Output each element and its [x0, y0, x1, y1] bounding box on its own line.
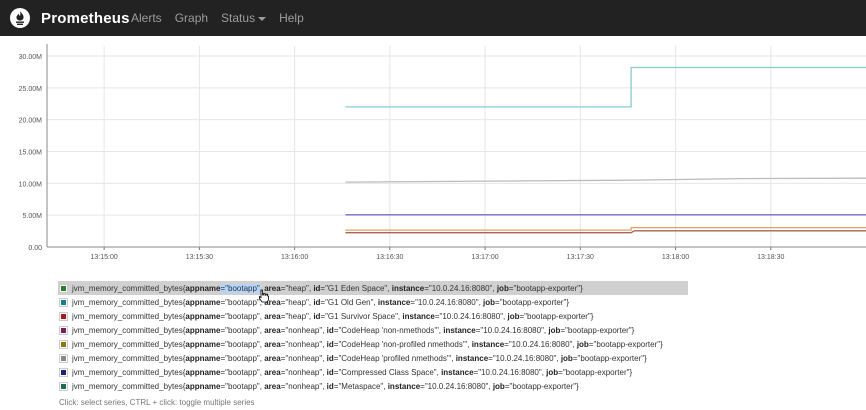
- x-tick-label: 13:18:30: [757, 254, 784, 261]
- x-tick-label: 13:15:00: [91, 254, 118, 261]
- caret-down-icon: [258, 16, 267, 21]
- nav-graph-label: Graph: [174, 11, 209, 25]
- nav-alerts[interactable]: Alerts: [131, 11, 162, 25]
- legend-hint: Click: select series, CTRL + click: togg…: [59, 398, 255, 407]
- x-tick-label: 13:18:00: [662, 254, 689, 261]
- nav-status[interactable]: Status: [221, 11, 267, 25]
- series-line-4[interactable]: [345, 230, 866, 234]
- legend-label: jvm_memory_committed_bytes{appname="boot…: [72, 367, 633, 377]
- brand[interactable]: Prometheus: [10, 7, 130, 29]
- x-tick-label: 13:17:30: [567, 254, 594, 261]
- legend-item[interactable]: jvm_memory_committed_bytes{appname="boot…: [58, 309, 688, 323]
- legend-swatch: [59, 311, 68, 321]
- nav-graph[interactable]: Graph: [175, 11, 208, 25]
- nav-status-label: Status: [221, 11, 256, 25]
- nav-menu: Alerts Graph Status Help: [131, 0, 317, 36]
- graph-legend: jvm_memory_committed_bytes{appname="boot…: [58, 281, 688, 393]
- series-line-0[interactable]: [345, 66, 866, 108]
- legend-swatch: [59, 353, 68, 363]
- prometheus-logo-icon: [10, 8, 30, 28]
- series-line-3[interactable]: [345, 226, 866, 231]
- legend-label: jvm_memory_committed_bytes{appname="boot…: [72, 311, 594, 321]
- legend-swatch: [59, 325, 68, 335]
- legend-swatch: [59, 367, 68, 377]
- graph-chart[interactable]: 30.00M 25.00M 20.00M 15.00M 10.00M 5.00M 0.00 1…: [0, 36, 866, 276]
- x-tick-label: 13:16:00: [281, 254, 308, 261]
- y-tick-label: 25.00M: [19, 86, 43, 93]
- series-line-1[interactable]: [345, 177, 866, 183]
- legend-label: jvm_memory_committed_bytes{appname="boot…: [72, 325, 635, 335]
- y-tick-label: 15.00M: [19, 150, 43, 157]
- legend-label: jvm_memory_committed_bytes{appname="boot…: [72, 297, 569, 307]
- navbar: Prometheus Alerts Graph Status Help: [0, 0, 866, 36]
- hand-cursor-icon: [259, 289, 269, 303]
- y-tick-label: 10.00M: [19, 181, 43, 188]
- nav-alerts-label: Alerts: [131, 11, 162, 25]
- y-tick-label: 30.00M: [19, 54, 43, 61]
- legend-item[interactable]: jvm_memory_committed_bytes{appname="boot…: [58, 337, 688, 351]
- legend-swatch: [59, 297, 68, 307]
- x-tick-label: 13:16:30: [376, 254, 403, 261]
- x-tick-label: 13:17:00: [471, 254, 498, 261]
- nav-help[interactable]: Help: [279, 11, 304, 25]
- legend-item[interactable]: jvm_memory_committed_bytes{appname="boot…: [58, 351, 688, 365]
- legend-label: jvm_memory_committed_bytes{appname="boot…: [72, 381, 579, 391]
- legend-item[interactable]: jvm_memory_committed_bytes{appname="boot…: [58, 295, 688, 309]
- nav-help-label: Help: [279, 11, 304, 25]
- brand-title: Prometheus: [41, 9, 130, 27]
- legend-swatch: [59, 381, 68, 391]
- legend-swatch: [59, 339, 68, 349]
- legend-item[interactable]: jvm_memory_committed_bytes{appname="boot…: [58, 379, 688, 393]
- legend-swatch: [59, 283, 68, 293]
- y-tick-label: 0.00: [28, 245, 42, 252]
- y-tick-label: 20.00M: [19, 118, 43, 125]
- legend-item[interactable]: jvm_memory_committed_bytes{appname="boot…: [58, 323, 688, 337]
- legend-label: jvm_memory_committed_bytes{appname="boot…: [72, 283, 583, 293]
- legend-item[interactable]: jvm_memory_committed_bytes{appname="boot…: [58, 365, 688, 379]
- x-tick-label: 13:15:30: [186, 254, 213, 261]
- y-tick-label: 5.00M: [23, 213, 43, 220]
- legend-label: jvm_memory_committed_bytes{appname="boot…: [72, 339, 663, 349]
- legend-label: jvm_memory_committed_bytes{appname="boot…: [72, 353, 647, 363]
- legend-item[interactable]: jvm_memory_committed_bytes{appname="boot…: [58, 281, 688, 295]
